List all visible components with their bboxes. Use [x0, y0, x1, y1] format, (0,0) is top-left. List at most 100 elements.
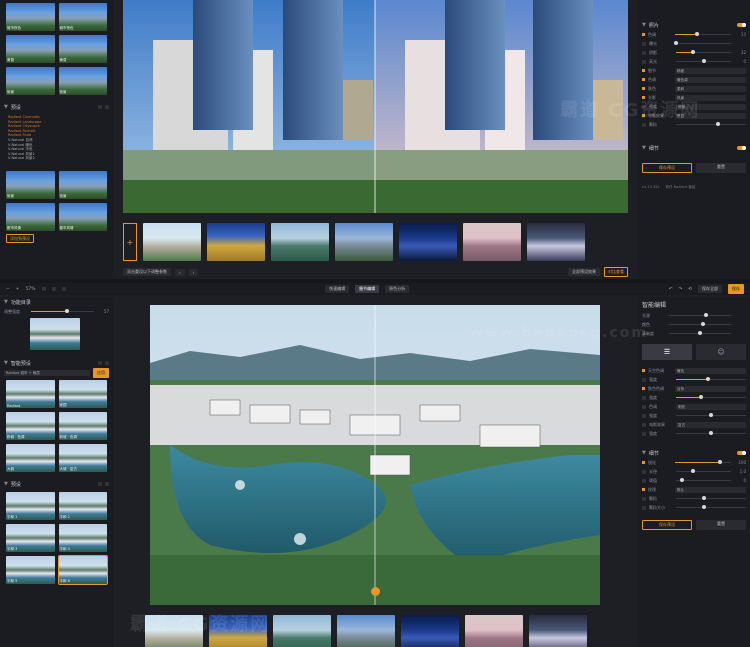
prev-button[interactable]: ‹: [175, 268, 185, 276]
preset-thumb[interactable]: 平和 2: [58, 492, 107, 520]
slider[interactable]: [669, 313, 731, 317]
slider[interactable]: [676, 377, 746, 381]
list-view-icon[interactable]: [105, 482, 109, 486]
preset-thumb[interactable]: 黄昏: [58, 35, 107, 63]
preset-thumb[interactable]: 粉城 · 色调: [6, 412, 55, 440]
next-button[interactable]: ›: [188, 268, 199, 276]
slider[interactable]: [676, 431, 746, 435]
film-thumb[interactable]: [399, 223, 457, 261]
zoom-out-button[interactable]: −: [6, 287, 10, 292]
dropdown[interactable]: 柔和: [675, 85, 746, 92]
slider[interactable]: [675, 460, 731, 464]
list-view-icon[interactable]: [105, 361, 109, 365]
slider[interactable]: [675, 32, 731, 36]
preset-thumb[interactable]: 大城 · 复古: [58, 444, 107, 472]
film-thumb[interactable]: [335, 223, 393, 261]
current-preview-thumb[interactable]: [30, 318, 80, 350]
add-preset-button[interactable]: 添加到预设: [6, 233, 34, 243]
presets-header-2[interactable]: ▼ 预设: [0, 479, 113, 489]
undo-icon[interactable]: ↶: [669, 287, 673, 292]
preset-thumb[interactable]: 平和 4: [58, 524, 107, 552]
film-thumb[interactable]: [271, 223, 329, 261]
preset-thumb[interactable]: 都市风情: [58, 202, 107, 231]
portrait-icon[interactable]: ☺: [696, 344, 746, 360]
slider[interactable]: [674, 41, 731, 45]
preset-thumb[interactable]: 大城: [6, 444, 55, 472]
split-view-icon[interactable]: [51, 287, 56, 291]
slider[interactable]: [669, 322, 731, 326]
film-thumb[interactable]: [337, 615, 395, 647]
slider[interactable]: [676, 496, 746, 500]
redo-icon[interactable]: ↷: [678, 287, 682, 292]
tab-detail-edit[interactable]: 细节编辑: [355, 285, 380, 293]
dropdown[interactable]: 复古: [676, 421, 746, 428]
dropdown[interactable]: 暖色: [675, 367, 746, 374]
smart-preset-header[interactable]: ▼ 智能预设: [0, 358, 113, 368]
dropdown[interactable]: 暖色调: [675, 76, 746, 83]
preset-thumb[interactable]: 平和 6: [57, 555, 108, 585]
save-preset-button[interactable]: 保存预设: [642, 163, 692, 173]
slider[interactable]: [669, 331, 731, 335]
slider[interactable]: [676, 469, 731, 473]
film-thumb[interactable]: [529, 615, 587, 647]
main-canvas[interactable]: [123, 0, 628, 213]
preset-thumb[interactable]: 平和 1: [6, 492, 55, 520]
film-thumb[interactable]: [401, 615, 459, 647]
compare-handle[interactable]: [371, 587, 380, 596]
preset-thumb[interactable]: 街景: [58, 67, 107, 95]
detail-header[interactable]: ▼ 细节: [638, 143, 750, 153]
detail-header-2[interactable]: ▼ 细节: [638, 448, 750, 458]
film-thumb[interactable]: [463, 223, 521, 261]
check-icon[interactable]: [642, 33, 645, 36]
single-view-icon[interactable]: [61, 287, 66, 291]
list-item[interactable]: V-Natural 风景2: [8, 156, 105, 161]
sliders-icon[interactable]: ☰: [642, 344, 692, 360]
all-presets-button[interactable]: 全部预设效果: [568, 268, 600, 276]
save-button[interactable]: 保存: [728, 284, 745, 294]
presets-header[interactable]: ▼ 预设: [0, 102, 113, 112]
export-all-button[interactable]: 保存全部: [698, 285, 723, 293]
dropdown[interactable]: 精细: [675, 67, 746, 74]
slider[interactable]: [676, 122, 746, 126]
slider[interactable]: [676, 395, 746, 399]
dropdown[interactable]: 自然: [675, 385, 746, 392]
save-preset-button[interactable]: 保存预设: [642, 520, 692, 530]
light-header[interactable]: ▼ 照片: [638, 20, 750, 30]
film-thumb[interactable]: [465, 615, 523, 647]
main-canvas-2[interactable]: [150, 305, 600, 605]
film-thumb[interactable]: [273, 615, 331, 647]
slider[interactable]: [676, 478, 731, 482]
dropdown[interactable]: 默认: [675, 486, 746, 493]
section-toggle[interactable]: [737, 146, 746, 150]
preset-thumb[interactable]: 城市夜色: [58, 3, 107, 31]
preset-thumb[interactable]: 平和 3: [6, 524, 55, 552]
tab-color-analysis[interactable]: 原色分析: [385, 285, 410, 293]
zoom-in-button[interactable]: +: [16, 287, 20, 292]
section-toggle[interactable]: [737, 23, 746, 27]
slider[interactable]: [676, 413, 746, 417]
grid-view-icon[interactable]: [98, 482, 102, 486]
func-header[interactable]: ▼ 功能目录: [0, 297, 113, 307]
reset-icon[interactable]: ⟲: [688, 287, 692, 292]
compare-view-icon[interactable]: [41, 287, 46, 291]
preset-thumb[interactable]: 粉城 · 色调: [58, 412, 107, 440]
reset-button[interactable]: 重置: [696, 520, 746, 530]
compare-button[interactable]: 对比查看: [604, 267, 628, 277]
section-toggle[interactable]: [737, 451, 746, 455]
preset-thumb[interactable]: 黄昏: [6, 35, 55, 63]
preset-thumb[interactable]: 城市夜色: [6, 3, 55, 31]
film-thumb[interactable]: [207, 223, 265, 261]
grid-view-icon[interactable]: [98, 361, 102, 365]
film-thumb[interactable]: [143, 223, 201, 261]
preset-thumb[interactable]: 街景: [6, 67, 55, 95]
smart-preset-dropdown[interactable]: Radiant 城市 + 晚霞: [4, 369, 90, 376]
slider[interactable]: [676, 505, 746, 509]
tab-quick-edit[interactable]: 快速编辑: [325, 285, 350, 293]
add-image-button[interactable]: +: [123, 223, 137, 261]
preset-thumb[interactable]: 街景: [58, 170, 107, 199]
preset-thumb[interactable]: 街景: [6, 170, 55, 199]
preset-thumb[interactable]: Radiant: [6, 380, 55, 408]
dropdown[interactable]: 明亮: [676, 403, 746, 410]
grid-view-icon[interactable]: [98, 105, 102, 109]
strength-slider[interactable]: [31, 309, 94, 313]
